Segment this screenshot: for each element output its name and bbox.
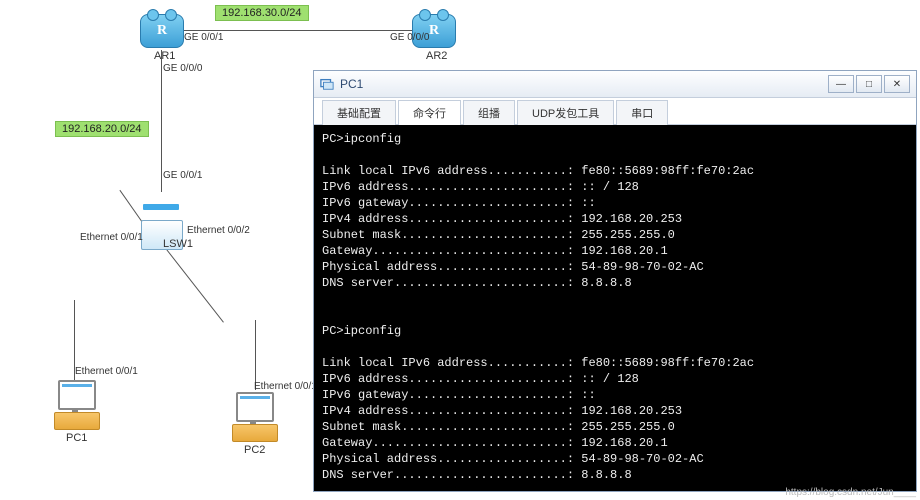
link-lsw1-pc2	[165, 247, 224, 322]
port-ar1-ge001: GE 0/0/1	[184, 32, 223, 43]
terminal-output[interactable]: PC>ipconfig Link local IPv6 address.....…	[314, 125, 916, 491]
label-lsw1: LSW1	[163, 238, 193, 250]
port-lsw-e001: Ethernet 0/0/1	[80, 232, 143, 243]
network-label-left: 192.168.20.0/24	[55, 121, 149, 137]
tab-multicast[interactable]: 组播	[463, 100, 515, 125]
close-button[interactable]: ✕	[884, 75, 910, 93]
topology-canvas[interactable]: R R 192.168.30.0/24 192.168.20.0/24 AR1 …	[0, 0, 920, 500]
network-label-top: 192.168.30.0/24	[215, 5, 309, 21]
pc2[interactable]	[232, 392, 276, 442]
tab-basic-config[interactable]: 基础配置	[322, 100, 396, 125]
tab-serial[interactable]: 串口	[616, 100, 668, 125]
router-ar1[interactable]: R	[140, 14, 184, 48]
tab-udp-tool[interactable]: UDP发包工具	[517, 100, 614, 125]
pc1[interactable]	[54, 380, 98, 430]
port-pc1-e001: Ethernet 0/0/1	[75, 366, 138, 377]
pc1-terminal-window[interactable]: PC1 — □ ✕ 基础配置 命令行 组播 UDP发包工具 串口 PC>ipco…	[313, 70, 917, 492]
port-ar1-ge000: GE 0/0/0	[163, 63, 202, 74]
link-ar1-ar2	[180, 30, 412, 31]
label-ar1: AR1	[154, 50, 175, 62]
app-icon	[320, 77, 334, 91]
window-title: PC1	[340, 77, 363, 91]
tab-cli[interactable]: 命令行	[398, 100, 461, 125]
label-ar2: AR2	[426, 50, 447, 62]
label-pc2: PC2	[244, 444, 265, 456]
port-lsw-e002: Ethernet 0/0/2	[187, 225, 250, 236]
link-lsw1-pc2-b	[255, 320, 256, 390]
link-ar1-lsw1	[161, 50, 162, 192]
watermark: https://blog.csdn.net/Jun____	[785, 487, 916, 498]
maximize-button[interactable]: □	[856, 75, 882, 93]
port-pc2-e001: Ethernet 0/0/1	[254, 381, 317, 392]
label-pc1: PC1	[66, 432, 87, 444]
port-lsw-ge001: GE 0/0/1	[163, 170, 202, 181]
minimize-button[interactable]: —	[828, 75, 854, 93]
window-titlebar[interactable]: PC1 — □ ✕	[314, 71, 916, 98]
port-ar2-ge000: GE 0/0/0	[390, 32, 429, 43]
tab-bar: 基础配置 命令行 组播 UDP发包工具 串口	[314, 98, 916, 125]
